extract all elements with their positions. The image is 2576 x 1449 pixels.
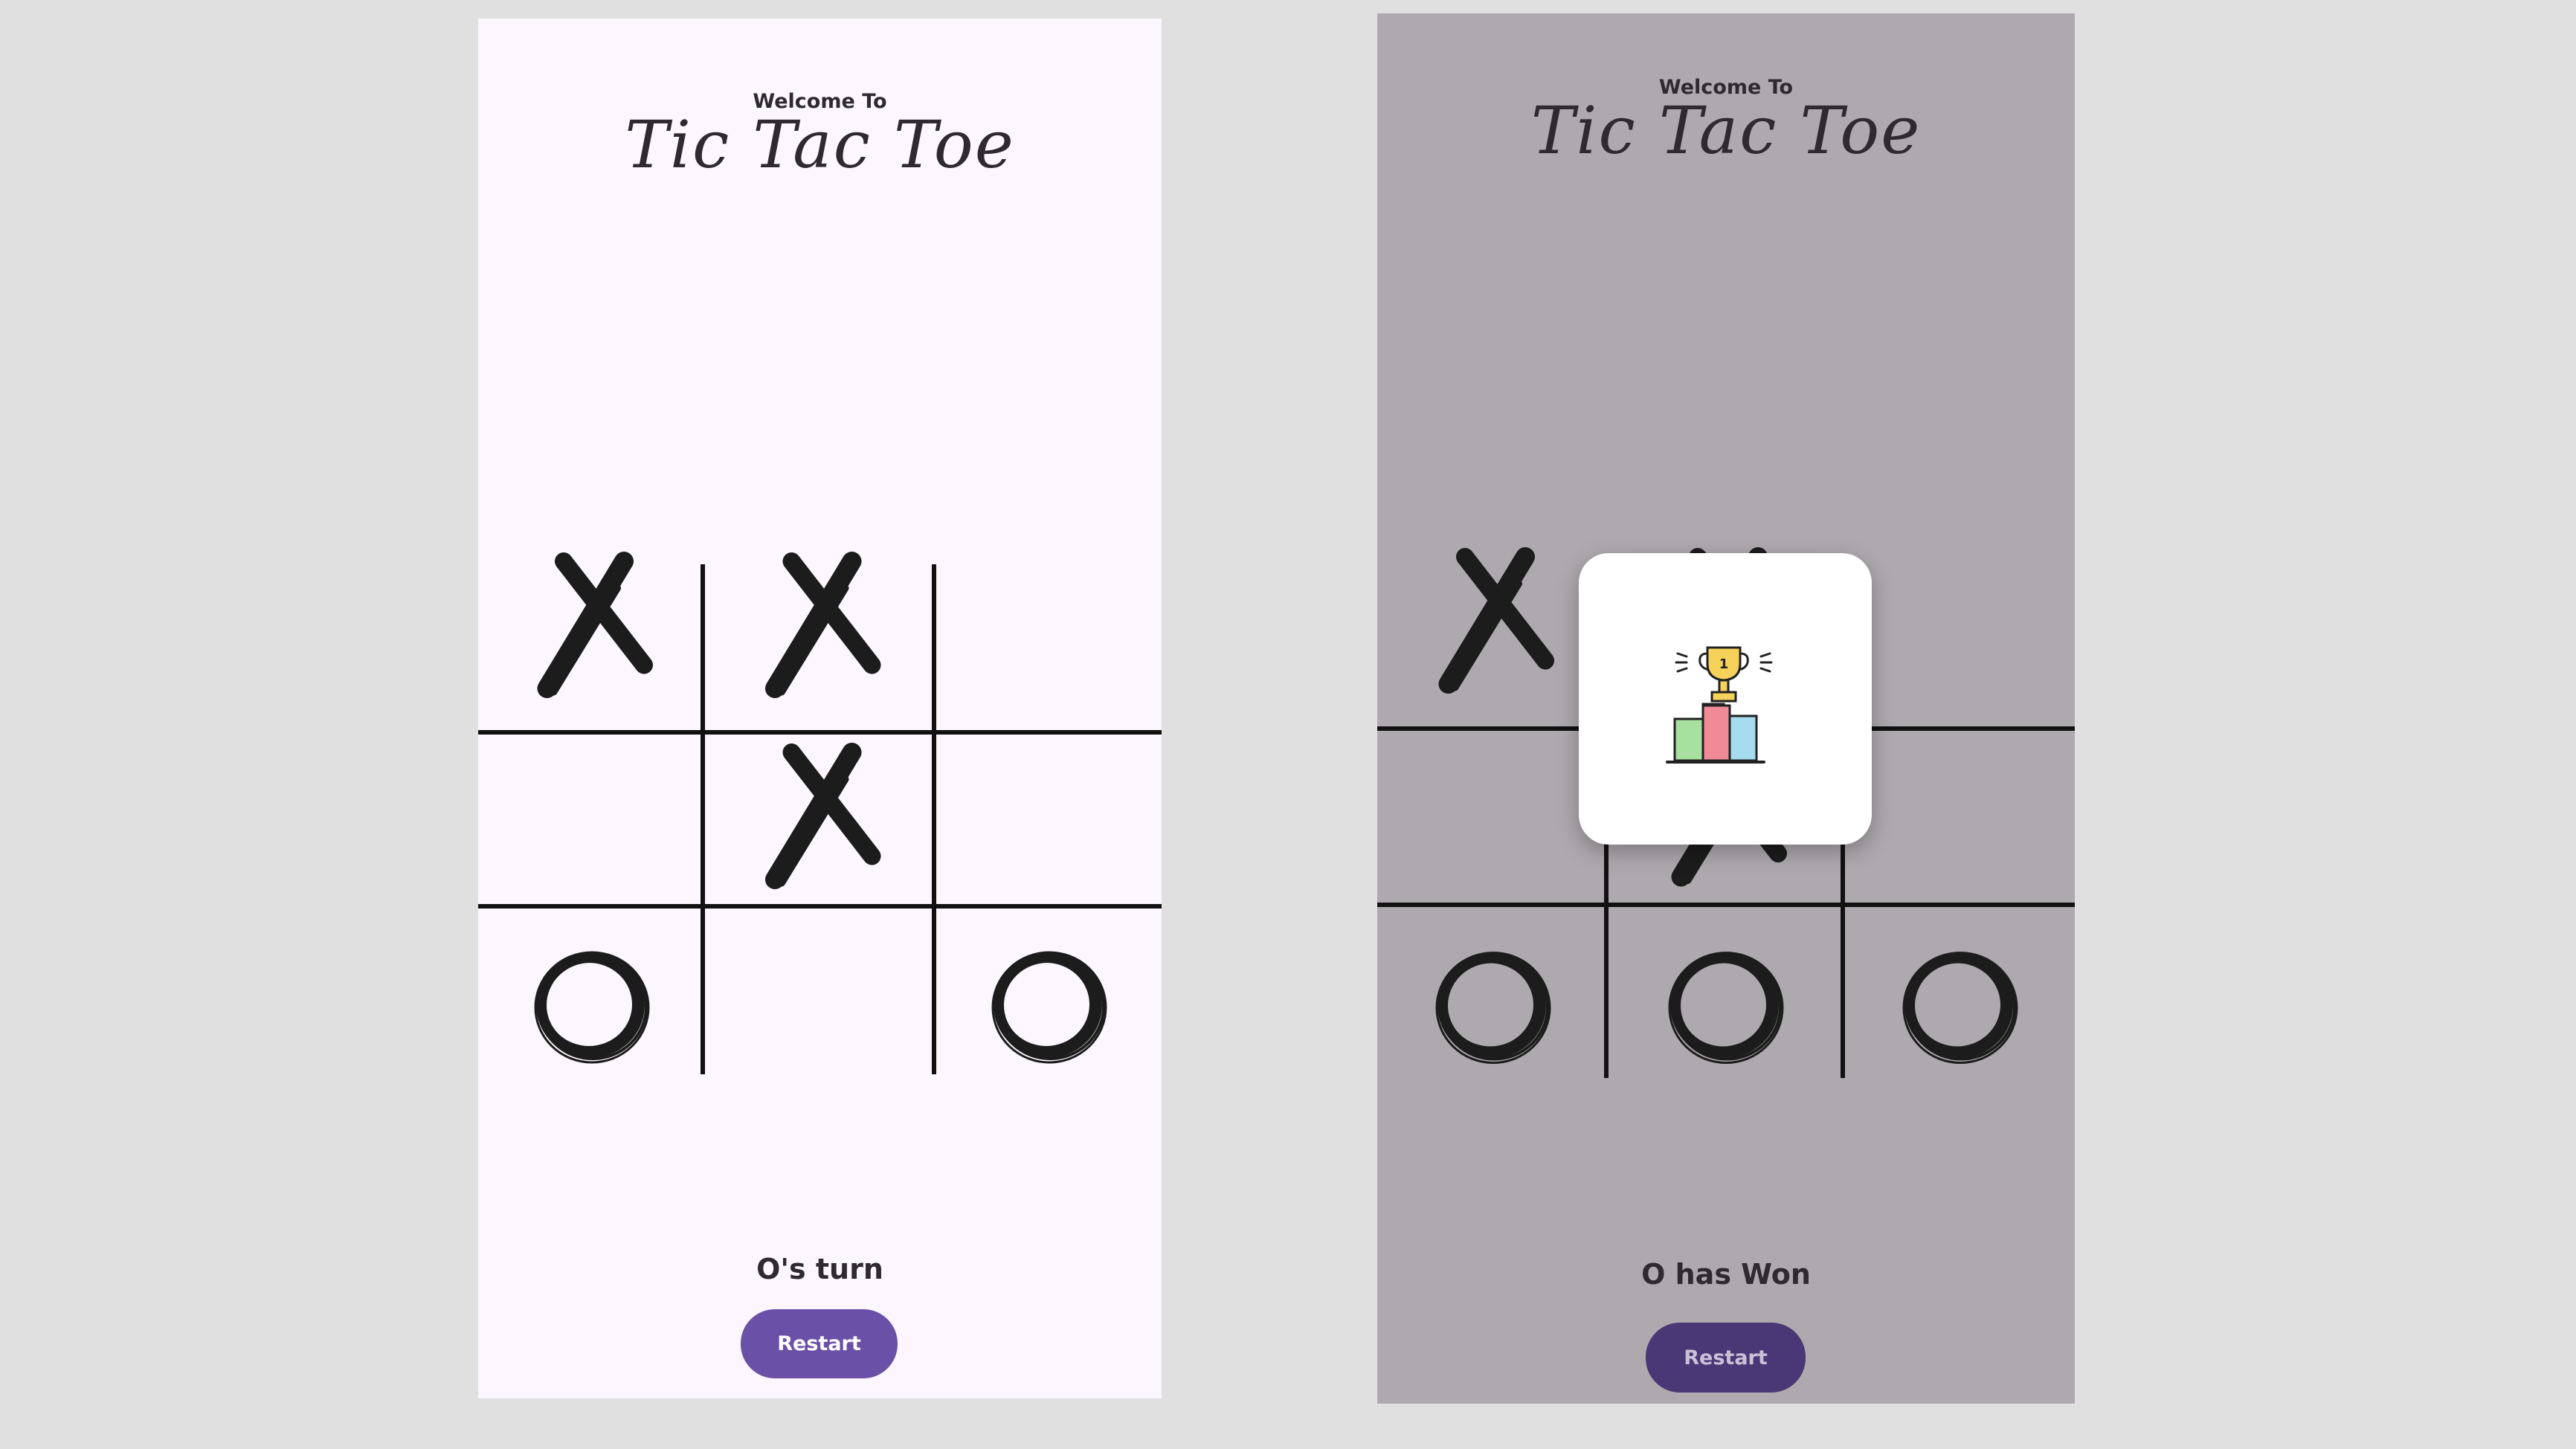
- game-screen-in-progress: Welcome To Tic Tac Toe O's turn Restart: [478, 19, 1162, 1398]
- modal-overlay[interactable]: 1: [1377, 13, 2075, 1404]
- turn-status: O's turn: [756, 1253, 883, 1285]
- board-cell[interactable]: [703, 524, 934, 732]
- winner-dialog[interactable]: 1: [1579, 553, 1872, 845]
- board-cell[interactable]: [703, 906, 934, 1089]
- game-board: [478, 524, 1162, 1089]
- board-grid: [478, 524, 1162, 1089]
- board-cell[interactable]: [934, 906, 1162, 1089]
- board-cell[interactable]: [478, 906, 703, 1089]
- board-cell[interactable]: [934, 732, 1162, 906]
- board-cell[interactable]: [478, 732, 703, 906]
- board-cell[interactable]: [703, 732, 934, 906]
- board-cell[interactable]: [934, 524, 1162, 732]
- svg-text:1: 1: [1719, 656, 1729, 672]
- game-screen-won: Welcome To Tic Tac Toe O has Won Restart: [1377, 13, 2075, 1404]
- app-title: Tic Tac Toe: [625, 106, 1015, 183]
- restart-button[interactable]: Restart: [741, 1309, 898, 1378]
- board-cell[interactable]: [478, 524, 703, 732]
- trophy-podium-icon: 1: [1666, 646, 1773, 764]
